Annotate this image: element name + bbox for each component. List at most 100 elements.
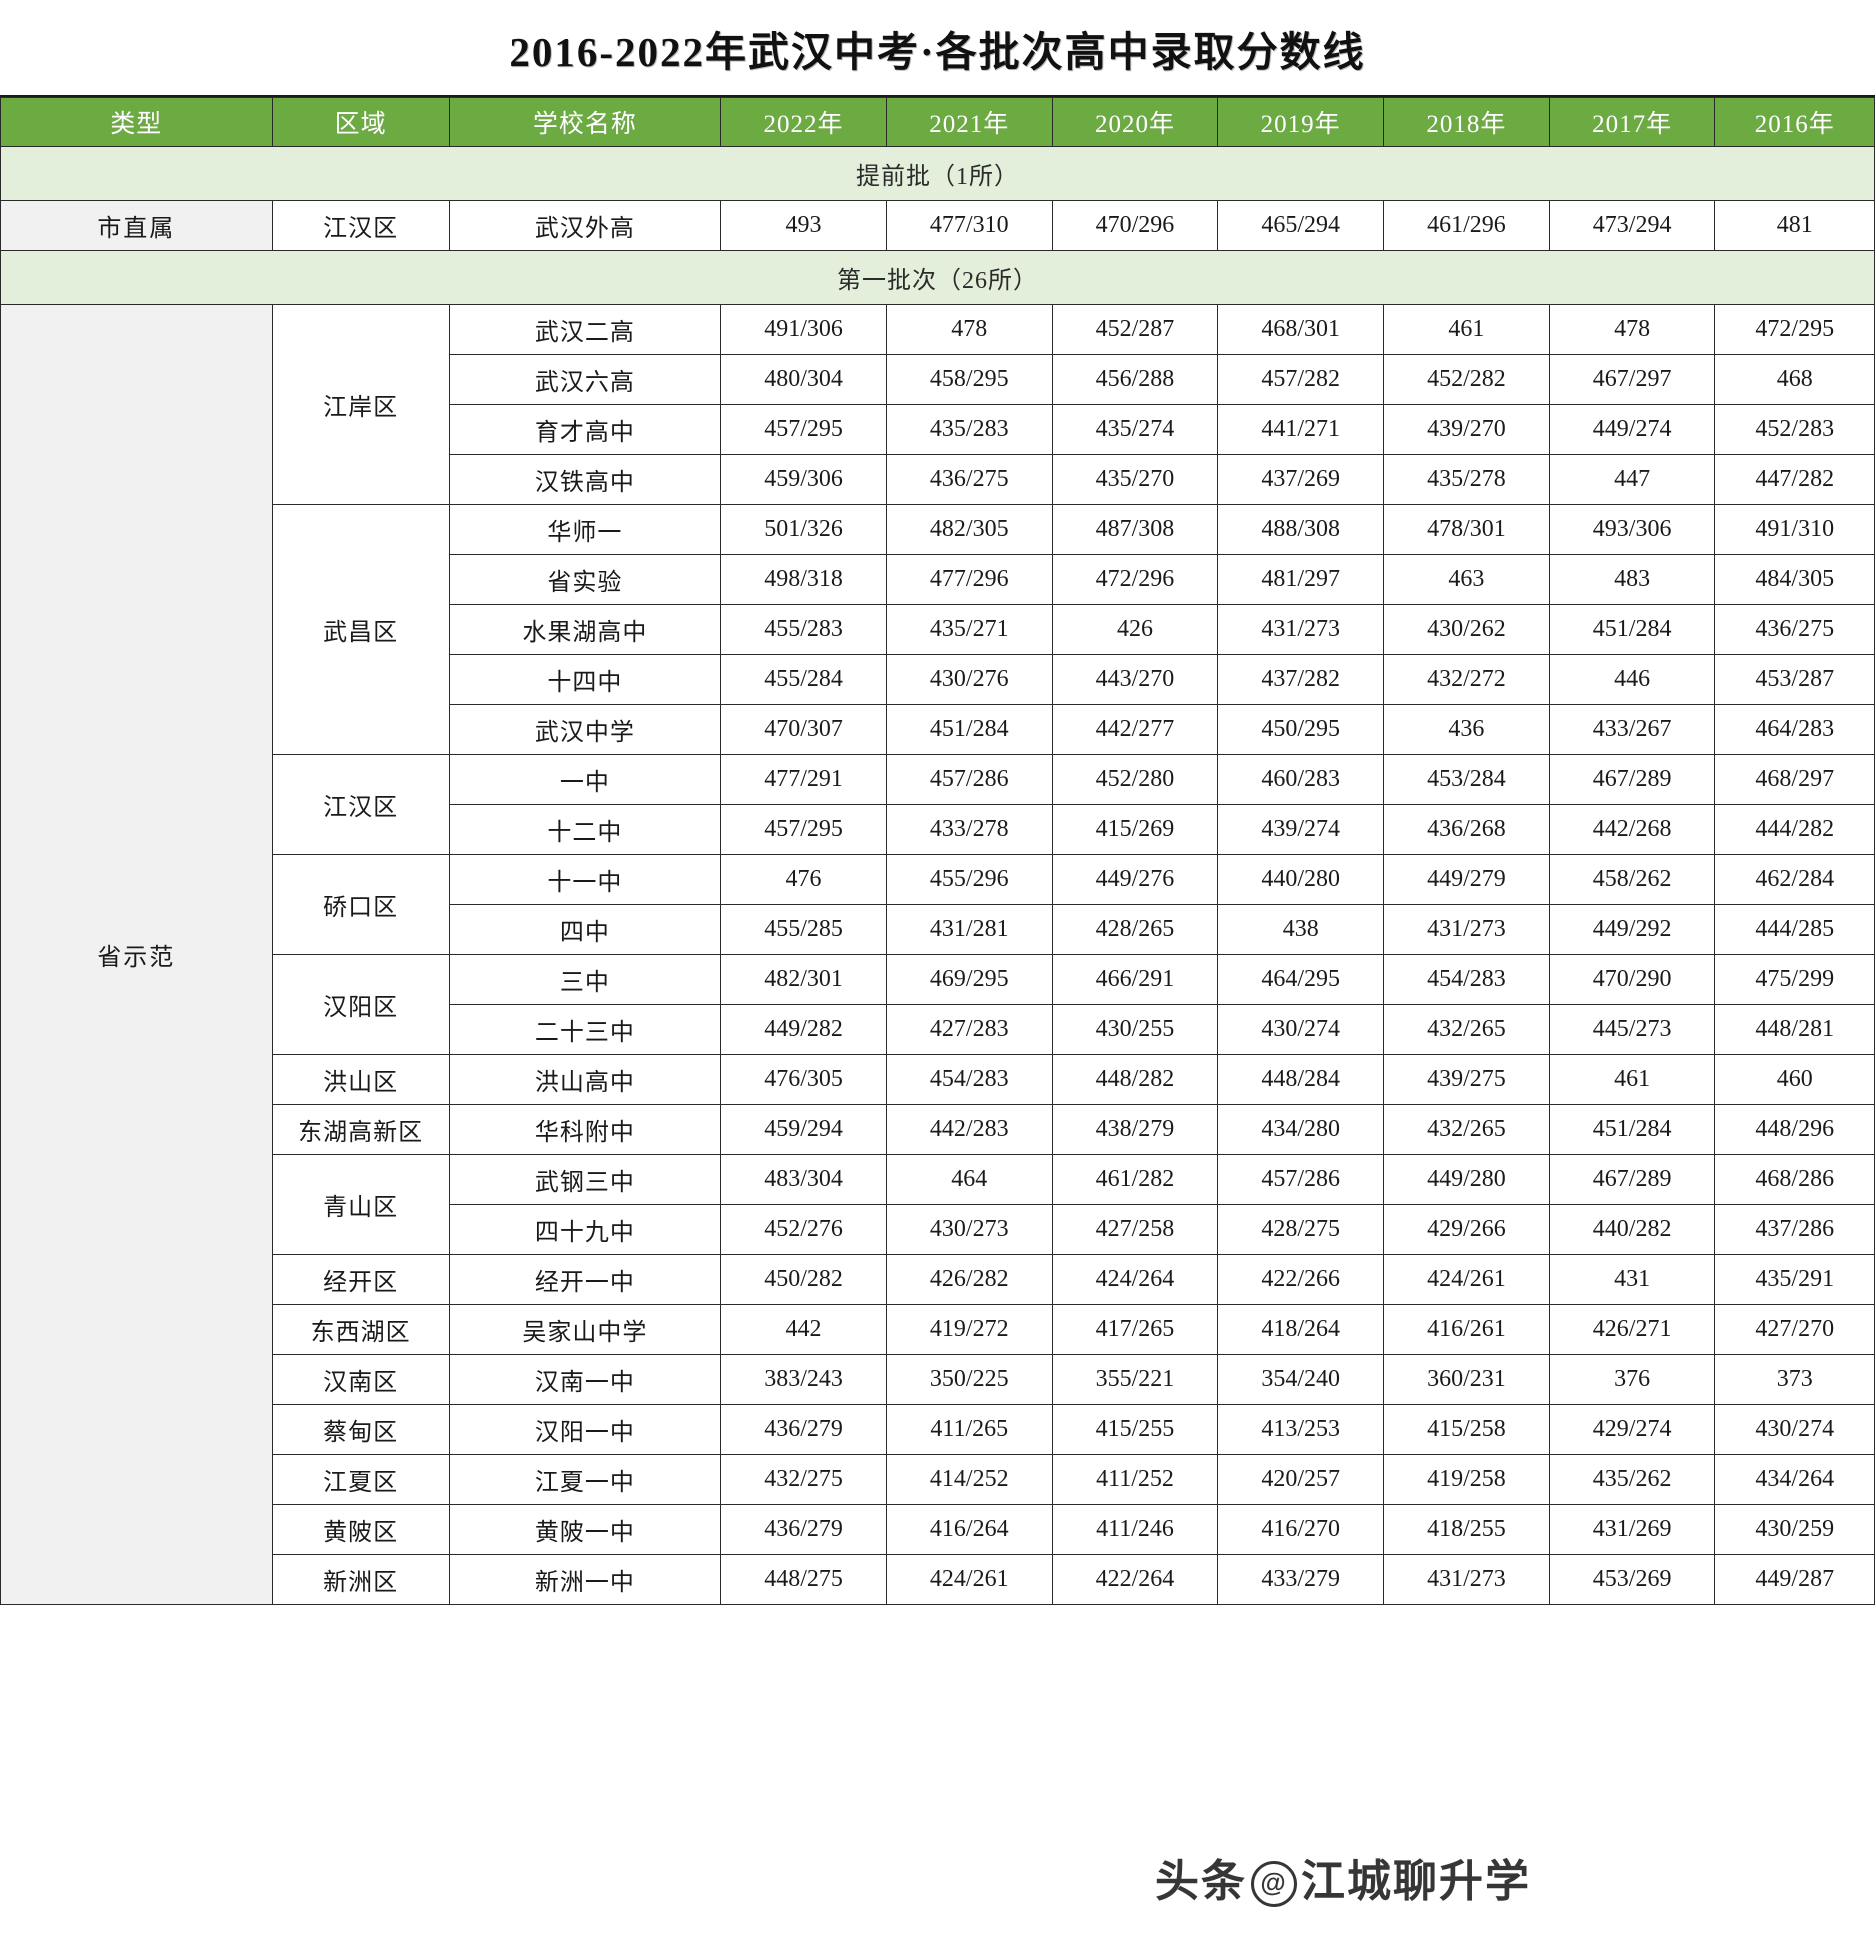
cell-score-2017年: 426/271 bbox=[1548, 1304, 1716, 1355]
cell-score-2018年: 435/278 bbox=[1383, 454, 1550, 505]
cell-region: 新洲区 bbox=[271, 1554, 450, 1605]
cell-score-2022年: 383/243 bbox=[720, 1354, 887, 1405]
cell-score-2021年: 455/296 bbox=[885, 854, 1053, 905]
cell-score-2017年: 376 bbox=[1548, 1354, 1716, 1405]
cell-score-2022年: 452/276 bbox=[720, 1204, 887, 1255]
cell-score-2017年: 483 bbox=[1548, 554, 1716, 605]
cell-score-2016年: 464/283 bbox=[1714, 704, 1875, 755]
cell-region: 东西湖区 bbox=[271, 1304, 450, 1355]
cell-score-2017年: 478 bbox=[1548, 304, 1716, 355]
cell-score-2021年: 482/305 bbox=[885, 504, 1053, 555]
watermark: 头条 @ 江城聊升学 bbox=[1155, 1845, 1531, 1909]
table-row: 省示范 江岸区 武汉二高 491/306 478 452/287 468/301 461 478… bbox=[0, 304, 1875, 1605]
cell-type: 省示范 bbox=[0, 304, 273, 1605]
cell-region: 东湖高新区 bbox=[271, 1104, 450, 1155]
cell-score-2018年: 463 bbox=[1383, 554, 1550, 605]
cell-score-2021年: 350/225 bbox=[885, 1354, 1053, 1405]
cell-score-2022年: 482/301 bbox=[720, 954, 887, 1005]
cell-region: 江汉区 bbox=[271, 754, 450, 855]
cell-score-2017年: 442/268 bbox=[1548, 804, 1716, 855]
cell-score-2016年: 491/310 bbox=[1714, 504, 1875, 555]
cell-score-2019年: 488/308 bbox=[1217, 504, 1385, 555]
cell-score-2022年: 436/279 bbox=[720, 1504, 887, 1555]
cell-score-2016年: 430/259 bbox=[1714, 1504, 1875, 1555]
page-root: 2016-2022年武汉中考·各批次高中录取分数线 类型 区域 学校名称 202… bbox=[0, 0, 1875, 1949]
cell-score-2021年: 430/276 bbox=[885, 654, 1053, 705]
cell-score-2022年: 432/275 bbox=[720, 1454, 887, 1505]
cell-score-2019年: 457/282 bbox=[1217, 354, 1385, 405]
cell-score-2018年: 449/280 bbox=[1383, 1154, 1550, 1205]
cell-score-2017年: 451/284 bbox=[1548, 1104, 1716, 1155]
table-row: 市直属 江汉区 武汉外高 493 477/310 470/296 465/294 461/29… bbox=[0, 200, 1875, 251]
cell-score-2020年: 355/221 bbox=[1051, 1354, 1219, 1405]
cell-score-2022年: 457/295 bbox=[720, 804, 887, 855]
cell-region: 青山区 bbox=[271, 1154, 450, 1255]
cell-score-2016年: 460 bbox=[1714, 1054, 1875, 1105]
cell-score-2022年: 455/285 bbox=[720, 904, 887, 955]
cell-score-2019年: 433/279 bbox=[1217, 1554, 1385, 1605]
cell-score-2020年: 415/255 bbox=[1051, 1404, 1219, 1455]
cell-score-2022年: 436/279 bbox=[720, 1404, 887, 1455]
cell-school-name: 武汉六高 bbox=[448, 354, 722, 405]
cell-score-2017年: 446 bbox=[1548, 654, 1716, 705]
cell-score-2019年: 465/294 bbox=[1217, 200, 1385, 251]
cell-score-2021年: 426/282 bbox=[885, 1254, 1053, 1305]
cell-score-2019年: 437/269 bbox=[1217, 454, 1385, 505]
cell-score-2018年: 416/261 bbox=[1383, 1304, 1550, 1355]
section-banner-row: 提前批（1所） bbox=[0, 146, 1875, 201]
cell-score-2016年: 452/283 bbox=[1714, 404, 1875, 455]
cell-region: 汉阳区 bbox=[271, 954, 450, 1055]
cell-region: 汉南区 bbox=[271, 1354, 450, 1405]
cell-school-name: 十四中 bbox=[448, 654, 722, 705]
cell-score-2017年: 453/269 bbox=[1548, 1554, 1716, 1605]
cell-score-2019年: 439/274 bbox=[1217, 804, 1385, 855]
table-row: 东湖高新区 华科附中 459/294 442/283 438/279 434/280 432… bbox=[1, 1104, 1875, 1155]
cell-score-2020年: 456/288 bbox=[1051, 354, 1219, 405]
cell-score-2020年: 487/308 bbox=[1051, 504, 1219, 555]
cell-score-2019年: 448/284 bbox=[1217, 1054, 1385, 1105]
cell-score-2016年: 436/275 bbox=[1714, 604, 1875, 655]
cell-score-2016年: 373 bbox=[1714, 1354, 1875, 1405]
cell-score-2018年: 452/282 bbox=[1383, 354, 1550, 405]
cell-score-2022年: 498/318 bbox=[720, 554, 887, 605]
cell-score-2019年: 434/280 bbox=[1217, 1104, 1385, 1155]
header-row: 类型 区域 学校名称 2022年 2021年 2020年 2019年 2018年… bbox=[0, 97, 1875, 147]
cell-school-name: 三中 bbox=[448, 954, 722, 1005]
cell-score-2021年: 469/295 bbox=[885, 954, 1053, 1005]
cell-score-2021年: 430/273 bbox=[885, 1204, 1053, 1255]
cell-region: 经开区 bbox=[271, 1254, 450, 1305]
cell-score-2018年: 454/283 bbox=[1383, 954, 1550, 1005]
cell-score-2019年: 354/240 bbox=[1217, 1354, 1385, 1405]
admission-score-table: 类型 区域 学校名称 2022年 2021年 2020年 2019年 2018年… bbox=[0, 97, 1875, 1605]
cell-score-2017年: 470/290 bbox=[1548, 954, 1716, 1005]
cell-score-2020年: 411/252 bbox=[1051, 1454, 1219, 1505]
cell-score-2016年: 437/286 bbox=[1714, 1204, 1875, 1255]
cell-score-2017年: 467/289 bbox=[1548, 754, 1716, 805]
cell-school-name: 武汉外高 bbox=[448, 200, 722, 251]
cell-score-2022年: 442 bbox=[720, 1304, 887, 1355]
cell-score-2020年: 427/258 bbox=[1051, 1204, 1219, 1255]
cell-score-2020年: 438/279 bbox=[1051, 1104, 1219, 1155]
cell-score-2022年: 457/295 bbox=[720, 404, 887, 455]
cell-school-name: 武汉中学 bbox=[448, 704, 722, 755]
cell-score-2021年: 477/296 bbox=[885, 554, 1053, 605]
cell-score-2022年: 501/326 bbox=[720, 504, 887, 555]
cell-score-2021年: 477/310 bbox=[885, 200, 1053, 251]
cell-score-2022年: 493 bbox=[720, 200, 887, 251]
cell-score-2018年: 436/268 bbox=[1383, 804, 1550, 855]
column-header-school: 学校名称 bbox=[448, 97, 722, 147]
cell-score-2021年: 454/283 bbox=[885, 1054, 1053, 1105]
column-header-2022: 2022年 bbox=[720, 97, 887, 147]
cell-score-2016年: 435/291 bbox=[1714, 1254, 1875, 1305]
cell-score-2019年: 450/295 bbox=[1217, 704, 1385, 755]
cell-score-2018年: 478/301 bbox=[1383, 504, 1550, 555]
column-header-2021: 2021年 bbox=[885, 97, 1053, 147]
table-row: 新洲区 新洲一中 448/275 424/261 422/264 433/279 431/2… bbox=[1, 1554, 1875, 1605]
cell-score-2021年: 416/264 bbox=[885, 1504, 1053, 1555]
cell-score-2020年: 430/255 bbox=[1051, 1004, 1219, 1055]
table-row: 青山区 武钢三中 483/304 464 461/282 457/286 449/280 46… bbox=[1, 1154, 1875, 1255]
cell-score-2016年: 444/285 bbox=[1714, 904, 1875, 955]
cell-score-2016年: 481 bbox=[1714, 200, 1875, 251]
watermark-brand: 头条 bbox=[1155, 1857, 1247, 1906]
table-row: 蔡甸区 汉阳一中 436/279 411/265 415/255 413/253 415/2… bbox=[1, 1404, 1875, 1455]
